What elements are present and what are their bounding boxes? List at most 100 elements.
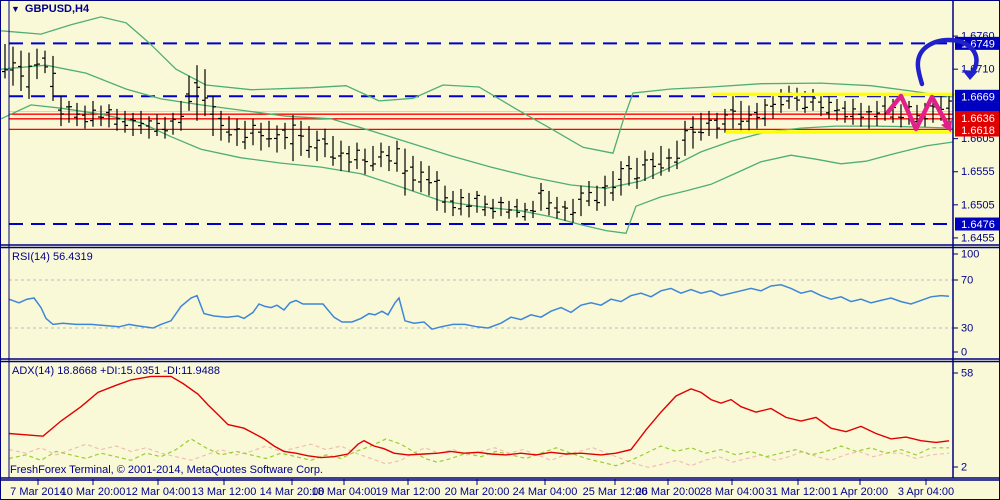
ohlc-bar xyxy=(202,69,208,117)
time-axis-label: 1 Apr 20:00 xyxy=(832,486,888,498)
ohlc-bar xyxy=(242,120,248,150)
ohlc-bar xyxy=(530,200,536,219)
ohlc-bar xyxy=(570,198,576,223)
ohlc-bar xyxy=(762,98,768,127)
time-axis-label: 20 Mar 20:00 xyxy=(445,486,510,498)
ohlc-bar xyxy=(834,98,840,121)
ohlc-bar xyxy=(594,185,600,211)
symbol-title[interactable]: ▼ GBPUSD,H4 xyxy=(11,3,89,15)
ohlc-bar xyxy=(634,157,640,189)
time-axis-label: 31 Mar 12:00 xyxy=(766,486,831,498)
ohlc-bar xyxy=(882,95,888,121)
ohlc-bar xyxy=(434,171,440,211)
ohlc-bar xyxy=(810,89,816,111)
ohlc-bar xyxy=(730,95,736,129)
ohlc-bar xyxy=(98,105,104,127)
ohlc-bar xyxy=(114,108,120,131)
ohlc-bar xyxy=(754,102,760,129)
ohlc-bar xyxy=(626,155,632,186)
price-badge-label: 1.6636 xyxy=(961,113,995,125)
ohlc-bar xyxy=(482,195,488,217)
ohlc-bar xyxy=(2,44,8,79)
ohlc-bar xyxy=(498,196,504,217)
ohlc-bar xyxy=(266,120,272,148)
magenta-zigzag-annotation[interactable] xyxy=(885,93,951,132)
ohlc-bar xyxy=(666,148,672,172)
ohlc-bar xyxy=(258,122,264,151)
time-axis-label: 28 Mar 04:00 xyxy=(700,486,765,498)
price-badge-label: 1.6618 xyxy=(961,125,995,137)
adx-axis-label: 58 xyxy=(961,368,973,380)
ohlc-bar xyxy=(10,46,16,86)
ohlc-bar xyxy=(602,175,608,207)
ohlc-bar xyxy=(386,145,392,172)
price-badge-obscured xyxy=(955,102,999,112)
ohlc-bar xyxy=(394,140,400,172)
ohlc-bar xyxy=(578,185,584,217)
ohlc-bar xyxy=(170,112,176,135)
ohlc-bar xyxy=(474,190,480,213)
price-badge-label: 1.6476 xyxy=(961,219,995,231)
ohlc-bar xyxy=(826,95,832,119)
ohlc-bar xyxy=(378,142,384,168)
rsi-axis-label: 70 xyxy=(961,275,973,287)
ohlc-bar xyxy=(338,140,344,172)
ohlc-bar xyxy=(410,155,416,191)
ohlc-bar xyxy=(682,120,688,156)
ohlc-bar xyxy=(690,116,696,149)
ohlc-bar xyxy=(290,114,296,162)
ohlc-bar xyxy=(370,145,376,172)
time-axis-label: 7 Mar 2014 xyxy=(10,486,66,498)
price-axis-label: 1.6555 xyxy=(961,166,995,178)
ohlc-bar xyxy=(234,118,240,146)
ohlc-bar xyxy=(418,161,424,193)
ohlc-bar xyxy=(306,126,312,158)
ohlc-bar xyxy=(538,182,544,211)
rsi-indicator-label: RSI(14) 56.4319 xyxy=(12,251,93,263)
time-axis-label: 12 Mar 04:00 xyxy=(126,486,191,498)
price-axis-label: 1.6455 xyxy=(961,232,995,244)
ohlc-bar xyxy=(178,100,184,131)
ohlc-bar xyxy=(26,52,32,99)
ohlc-bar xyxy=(330,136,336,166)
ohlc-bar xyxy=(546,190,552,216)
ohlc-bar xyxy=(866,105,872,129)
price-badge-label: 1.6669 xyxy=(961,91,995,103)
ohlc-bar xyxy=(282,122,288,150)
symbol-dropdown-icon[interactable]: ▼ xyxy=(11,4,20,14)
ohlc-bar xyxy=(714,112,720,139)
time-axis-label: 3 Apr 04:00 xyxy=(898,486,954,498)
ohlc-bar xyxy=(314,130,320,162)
time-axis-label: 13 Mar 12:00 xyxy=(192,486,257,498)
ohlc-bar xyxy=(698,112,704,141)
rsi-axis-label: 100 xyxy=(961,249,979,261)
ohlc-bar xyxy=(362,148,368,175)
rsi-axis-label: 30 xyxy=(961,323,973,335)
ohlc-bar xyxy=(18,50,24,92)
ohlc-bar xyxy=(218,110,224,141)
rsi-axis-label: 0 xyxy=(961,347,967,359)
ohlc-bar xyxy=(642,150,648,182)
time-axis-label: 10 Mar 20:00 xyxy=(61,486,126,498)
ohlc-bar xyxy=(130,112,136,137)
ohlc-bar xyxy=(442,185,448,213)
ohlc-bar xyxy=(618,161,624,196)
ohlc-bar xyxy=(42,50,48,74)
time-axis-label: 26 Mar 20:00 xyxy=(636,486,701,498)
blue-arrow-annotation[interactable] xyxy=(915,37,979,87)
time-axis-label: 19 Mar 12:00 xyxy=(376,486,441,498)
time-axis-label: 18 Mar 04:00 xyxy=(312,486,377,498)
ohlc-bar xyxy=(426,165,432,196)
ohlc-bar xyxy=(858,102,864,127)
rsi-line xyxy=(8,284,950,331)
ohlc-bar xyxy=(794,87,800,111)
ohlc-bar xyxy=(514,198,520,218)
ohlc-bar xyxy=(322,128,328,158)
price-axis-label: 1.6505 xyxy=(961,199,995,211)
ohlc-bar xyxy=(154,114,160,137)
time-axis-label: 24 Mar 04:00 xyxy=(513,486,578,498)
ohlc-bar xyxy=(738,100,744,131)
chart-window[interactable]: 1.6760 1.6710 1.6605 1.6555 1.6505 1.6455 1.67… xyxy=(0,0,1000,500)
ohlc-bar xyxy=(354,142,360,170)
chart-canvas[interactable]: 1.67601.67101.66051.65551.65051.64551.67… xyxy=(1,1,1000,500)
